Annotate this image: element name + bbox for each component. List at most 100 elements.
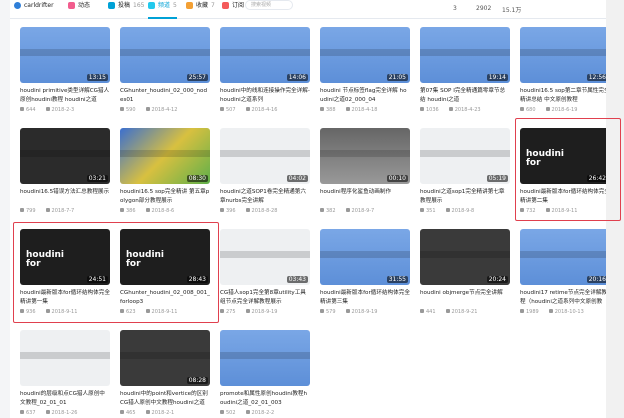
duration: 12:56 bbox=[586, 74, 608, 81]
play-count: 623 bbox=[120, 309, 136, 315]
video-card[interactable]: 04:02 houdini之道SOP1卷完全精通第六章nurbs完全讲解 396… bbox=[220, 128, 310, 214]
video-title[interactable]: houdini的层级和点CG猎人原创中文教程_02_01_01 bbox=[20, 390, 110, 409]
play-count: 637 bbox=[20, 410, 36, 416]
thumb-text: houdini for bbox=[126, 250, 165, 269]
video-thumbnail[interactable]: 20:16 bbox=[520, 229, 610, 285]
video-card[interactable]: 08:30 houdini16.5 sop完全精讲 第五章polygon部分教程… bbox=[120, 128, 210, 214]
video-thumbnail[interactable]: 08:28 bbox=[120, 330, 210, 386]
video-card[interactable]: houdini的层级和点CG猎人原创中文教程_02_01_01 637 2018-… bbox=[20, 330, 110, 416]
video-title[interactable]: houdini之道sop1完全精讲第七章教程展示 bbox=[420, 188, 510, 207]
video-thumbnail[interactable]: 12:56 bbox=[520, 27, 610, 83]
search-input[interactable]: 搜索视频 bbox=[245, 0, 293, 10]
video-thumbnail[interactable]: 19:14 bbox=[420, 27, 510, 83]
video-title[interactable]: houdini16.5 sop第二章节属性完全精讲总结 中文原创教程 bbox=[520, 87, 610, 106]
video-title[interactable]: houdini中的线和连接操作完全详解-houdini之道系列 bbox=[220, 87, 310, 106]
video-card[interactable]: 20:16 houdini17 retime节点完全详解教程（houdini之道… bbox=[520, 229, 610, 315]
duration: 13:15 bbox=[86, 74, 108, 81]
video-thumbnail[interactable]: 04:02 bbox=[220, 128, 310, 184]
video-thumbnail[interactable]: 20:24 bbox=[420, 229, 510, 285]
video-title[interactable]: houdini最新版本for循环结构体完全精讲第二集 bbox=[520, 188, 610, 207]
upload-date: 2018-2-2 bbox=[246, 410, 275, 416]
video-thumbnail[interactable]: 13:15 bbox=[20, 27, 110, 83]
video-thumbnail[interactable]: 05:19 bbox=[420, 128, 510, 184]
video-card[interactable]: houdini for 26:42 houdini最新版本for循环结构体完全精讲第… bbox=[520, 128, 610, 214]
video-title[interactable]: houdini 节点标签flag完全详解 houdini之道02_000_04 bbox=[320, 87, 410, 106]
video-thumbnail[interactable]: 31:55 bbox=[320, 229, 410, 285]
duration: 03:21 bbox=[86, 175, 108, 182]
video-card[interactable]: houdini for 28:43 CGhunter_houdini_02_008_… bbox=[120, 229, 210, 315]
tab-label: 收藏 bbox=[196, 2, 209, 9]
video-card[interactable]: 03:43 CG猎人sop1完全第8章utility工具组节点完全详解教程展示 … bbox=[220, 229, 310, 315]
video-title[interactable]: houdini primitive类型详解CG猎人原创houdini教程 hou… bbox=[20, 87, 110, 106]
video-title[interactable]: houdini之道SOP1卷完全精通第六章nurbs完全讲解 bbox=[220, 188, 310, 207]
video-title[interactable]: houdini16.5 sop完全精讲 第五章polygon部分教程展示 bbox=[120, 188, 210, 207]
video-thumbnail[interactable]: houdini for 26:42 bbox=[520, 128, 610, 184]
tab-0[interactable]: 动态 bbox=[68, 0, 93, 19]
video-title[interactable]: CGhunter_houdini_02_008_001_forloop3 bbox=[120, 289, 210, 308]
username: carldrifter bbox=[24, 2, 54, 9]
video-thumbnail[interactable] bbox=[20, 330, 110, 386]
video-card[interactable]: promote和属性原创houdini教程houdini之道_02_01_003… bbox=[220, 330, 310, 416]
tab-icon bbox=[148, 2, 155, 9]
video-title[interactable]: CG猎人sop1完全第8章utility工具组节点完全详解教程展示 bbox=[220, 289, 310, 308]
tab-1[interactable]: 投稿 165 bbox=[108, 0, 144, 19]
tab-2[interactable]: 频道 5 bbox=[148, 0, 177, 19]
video-title[interactable]: 第07集 SOP I完全精通篇零章节总结 houdini之道 bbox=[420, 87, 510, 106]
video-card[interactable]: 00:10 houdini程序化鲨鱼动画制作 382 2018-9-7 bbox=[320, 128, 410, 214]
video-thumbnail[interactable]: houdini for 24:51 bbox=[20, 229, 110, 285]
video-title[interactable]: houdini objmerge节点完全讲解 bbox=[420, 289, 510, 308]
video-thumbnail[interactable]: 00:10 bbox=[320, 128, 410, 184]
video-thumbnail[interactable]: 03:43 bbox=[220, 229, 310, 285]
play-count: 680 bbox=[520, 107, 536, 113]
video-thumbnail[interactable]: 21:05 bbox=[320, 27, 410, 83]
upload-date: 2018-8-6 bbox=[146, 208, 175, 214]
video-card[interactable]: 03:21 houdini16.5错误方法汇总教程展示 799 2018-7-7 bbox=[20, 128, 110, 214]
tab-4[interactable]: 订阅 bbox=[222, 0, 247, 19]
upload-date: 2018-9-11 bbox=[546, 208, 578, 214]
video-thumbnail[interactable]: 14:06 bbox=[220, 27, 310, 83]
play-count: 396 bbox=[220, 208, 236, 214]
video-title[interactable]: houdini中的point和vertice的区别CG猎人原创中文教程houdi… bbox=[120, 390, 210, 409]
play-count: 579 bbox=[320, 309, 336, 315]
user-profile[interactable]: carldrifter bbox=[14, 0, 54, 19]
duration: 26:42 bbox=[586, 175, 608, 182]
video-title[interactable]: promote和属性原创houdini教程houdini之道_02_01_003 bbox=[220, 390, 310, 409]
tab-3[interactable]: 收藏 7 bbox=[186, 0, 215, 19]
video-card[interactable]: 25:57 CGhunter_houdini_02_000_nodes01 59… bbox=[120, 27, 210, 113]
video-card[interactable]: 08:28 houdini中的point和vertice的区别CG猎人原创中文教… bbox=[120, 330, 210, 416]
upload-date: 2018-7-7 bbox=[46, 208, 75, 214]
video-title[interactable]: houdini17 retime节点完全详解教程（houdini之道系列中文原创… bbox=[520, 289, 610, 308]
video-card[interactable]: 12:56 houdini16.5 sop第二章节属性完全精讲总结 中文原创教程… bbox=[520, 27, 610, 113]
video-card[interactable]: 13:15 houdini primitive类型详解CG猎人原创houdini… bbox=[20, 27, 110, 113]
video-card[interactable]: 20:24 houdini objmerge节点完全讲解 441 2018-9-2… bbox=[420, 229, 510, 315]
video-thumbnail[interactable]: houdini for 28:43 bbox=[120, 229, 210, 285]
video-card[interactable]: 21:05 houdini 节点标签flag完全详解 houdini之道02_0… bbox=[320, 27, 410, 113]
video-card[interactable]: houdini for 24:51 houdini最新版本for循环结构体完全精讲第… bbox=[20, 229, 110, 315]
play-count: 465 bbox=[120, 410, 136, 416]
video-title[interactable]: houdini最新版本for循环结构体完全精讲第一集 bbox=[20, 289, 110, 308]
play-count: 799 bbox=[20, 208, 36, 214]
video-thumbnail[interactable]: 03:21 bbox=[20, 128, 110, 184]
video-title[interactable]: CGhunter_houdini_02_000_nodes01 bbox=[120, 87, 210, 106]
video-thumbnail[interactable] bbox=[220, 330, 310, 386]
stat-plays: 15.1万 bbox=[502, 7, 522, 14]
video-title[interactable]: houdini程序化鲨鱼动画制作 bbox=[320, 188, 410, 207]
video-card[interactable]: 14:06 houdini中的线和连接操作完全详解-houdini之道系列 50… bbox=[220, 27, 310, 113]
scrollbar[interactable] bbox=[606, 0, 624, 418]
play-count: 1989 bbox=[520, 309, 539, 315]
duration: 24:51 bbox=[86, 276, 108, 283]
video-title[interactable]: houdini最新版本for循环结构体完全精讲第三集 bbox=[320, 289, 410, 308]
thumb-text: houdini for bbox=[26, 250, 65, 269]
video-card[interactable]: 19:14 第07集 SOP I完全精通篇零章节总结 houdini之道 103… bbox=[420, 27, 510, 113]
video-card[interactable]: 31:55 houdini最新版本for循环结构体完全精讲第三集 579 2018… bbox=[320, 229, 410, 315]
video-thumbnail[interactable]: 08:30 bbox=[120, 128, 210, 184]
upload-date: 2018-2-1 bbox=[146, 410, 175, 416]
play-count: 502 bbox=[220, 410, 236, 416]
video-card[interactable]: 05:19 houdini之道sop1完全精讲第七章教程展示 351 2018-9… bbox=[420, 128, 510, 214]
upload-date: 2018-9-19 bbox=[346, 309, 378, 315]
tab-label: 订阅 bbox=[232, 2, 245, 9]
upload-date: 2018-9-11 bbox=[146, 309, 178, 315]
video-title[interactable]: houdini16.5错误方法汇总教程展示 bbox=[20, 188, 110, 207]
video-thumbnail[interactable]: 25:57 bbox=[120, 27, 210, 83]
play-count: 1036 bbox=[420, 107, 439, 113]
